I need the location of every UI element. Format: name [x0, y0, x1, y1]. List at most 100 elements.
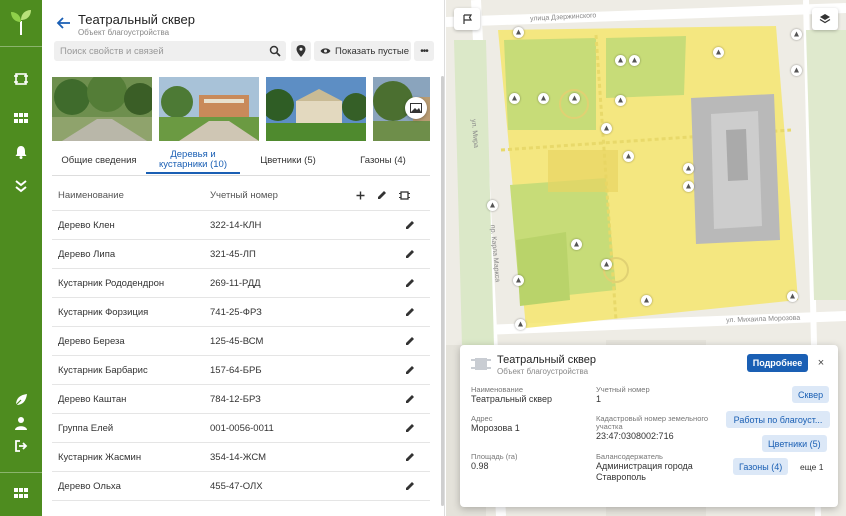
table-header: Наименование Учетный номер: [52, 184, 430, 206]
user-icon: [15, 417, 27, 430]
more-count-link[interactable]: еще 1: [800, 462, 823, 473]
plus-icon: [356, 191, 364, 199]
tab-flowerbeds[interactable]: Цветники (5): [240, 148, 336, 174]
edit-row-button[interactable]: [403, 392, 417, 406]
field-label-cadastral: Кадастровый номер земельного участка: [596, 414, 709, 431]
tree-marker-icon[interactable]: [515, 319, 526, 330]
edit-row-button[interactable]: [403, 479, 417, 493]
edit-row-button[interactable]: [403, 218, 417, 232]
tree-marker-icon[interactable]: [487, 200, 498, 211]
table-row[interactable]: Кустарник Барбарис 157-64-БРБ: [52, 355, 430, 384]
rail-tree-button[interactable]: [8, 389, 34, 411]
map-select-button[interactable]: [454, 8, 480, 30]
tab-general[interactable]: Общие сведения: [52, 148, 146, 174]
object-panel: Театральный сквер Объект благоустройства…: [42, 0, 445, 516]
field-label-address: Адрес: [471, 414, 493, 423]
tree-marker-icon[interactable]: [538, 93, 549, 104]
map-layers-button[interactable]: [812, 8, 838, 30]
field-value-address: Морозова 1: [471, 423, 520, 433]
tabs-divider: [52, 175, 430, 176]
locate-on-map-button[interactable]: [291, 41, 311, 61]
tree-marker-icon[interactable]: [683, 181, 694, 192]
marker-glyph-icon: [516, 277, 521, 283]
row-number: 322-14-КЛН: [210, 220, 262, 231]
pencil-icon: [406, 308, 414, 316]
tree-marker-icon[interactable]: [513, 275, 524, 286]
rail-objects-button[interactable]: [8, 68, 34, 90]
more-options-label: •••: [420, 45, 428, 57]
details-button[interactable]: Подробнее: [747, 354, 808, 372]
show-empty-button[interactable]: Показать пустые: [314, 41, 411, 61]
table-row[interactable]: Дерево Каштан 784-12-БРЗ: [52, 384, 430, 413]
tree-marker-icon[interactable]: [629, 55, 640, 66]
tree-marker-icon[interactable]: [615, 95, 626, 106]
more-options-button[interactable]: •••: [414, 41, 434, 61]
photo-thumbnail[interactable]: [266, 77, 366, 141]
tree-marker-icon[interactable]: [601, 123, 612, 134]
chip-flowerbeds[interactable]: Цветники (5): [762, 435, 827, 452]
edit-row-button[interactable]: [403, 247, 417, 261]
marker-glyph-icon: [572, 95, 577, 101]
photo-strip[interactable]: [52, 77, 430, 141]
tree-marker-icon[interactable]: [615, 55, 626, 66]
add-row-button[interactable]: [350, 185, 370, 205]
tree-marker-icon[interactable]: [641, 295, 652, 306]
rail-grid-button[interactable]: [8, 107, 34, 129]
table-row[interactable]: Дерево Липа 321-45-ЛП: [52, 239, 430, 268]
tree-marker-icon[interactable]: [601, 259, 612, 270]
tree-marker-icon[interactable]: [509, 93, 520, 104]
chip-type[interactable]: Сквер: [792, 386, 830, 403]
row-number: 354-14-ЖСМ: [210, 452, 267, 463]
edit-row-button[interactable]: [403, 334, 417, 348]
panel-scrollbar[interactable]: [441, 76, 444, 506]
edit-row-button[interactable]: [403, 305, 417, 319]
table-row[interactable]: Дерево Береза 125-45-ВСМ: [52, 326, 430, 355]
tree-marker-icon[interactable]: [513, 27, 524, 38]
tree-marker-icon[interactable]: [683, 163, 694, 174]
app-root: Театральный сквер Объект благоустройства…: [0, 0, 846, 516]
close-card-button[interactable]: ×: [812, 354, 830, 372]
rail-profile-button[interactable]: [8, 412, 34, 434]
marker-glyph-icon: [604, 261, 609, 267]
frame-select-icon: [398, 190, 410, 200]
tree-marker-icon[interactable]: [623, 151, 634, 162]
tab-trees[interactable]: Деревья и кустарники (10): [146, 148, 240, 174]
open-gallery-button[interactable]: [405, 97, 427, 119]
photo-thumbnail[interactable]: [159, 77, 259, 141]
edit-row-button[interactable]: [403, 421, 417, 435]
select-on-map-button[interactable]: [394, 185, 414, 205]
tree-marker-icon[interactable]: [787, 291, 798, 302]
flag-icon: [462, 13, 472, 24]
edit-row-button[interactable]: [403, 363, 417, 377]
row-number: 157-64-БРБ: [210, 365, 262, 376]
table-row[interactable]: Дерево Ольха 455-47-ОЛХ: [52, 471, 430, 500]
tab-lawns[interactable]: Газоны (4): [336, 148, 430, 174]
chip-lawns[interactable]: Газоны (4): [733, 458, 789, 475]
rail-notifications-button[interactable]: [8, 141, 34, 163]
table-row[interactable]: Дерево Клен 322-14-КЛН: [52, 210, 430, 239]
table-row[interactable]: Кустарник Форзиция 741-25-ФРЗ: [52, 297, 430, 326]
rail-apps-button[interactable]: [8, 482, 34, 504]
table-row[interactable]: Кустарник Жасмин 354-14-ЖСМ: [52, 442, 430, 471]
marker-glyph-icon: [618, 97, 623, 103]
search-icon[interactable]: [269, 45, 281, 57]
tree-marker-icon[interactable]: [713, 47, 724, 58]
table-row[interactable]: Группа Елей 001-0056-0011: [52, 413, 430, 442]
tree-marker-icon[interactable]: [791, 29, 802, 40]
tree-marker-icon[interactable]: [791, 65, 802, 76]
edit-row-button[interactable]: [403, 450, 417, 464]
rail-collapse-button[interactable]: [8, 175, 34, 197]
back-arrow-icon[interactable]: [56, 15, 72, 31]
double-chevron-down-icon: [15, 180, 27, 193]
table-row[interactable]: Кустарник Рододендрон 269-11-РДД: [52, 268, 430, 297]
edit-table-button[interactable]: [372, 185, 392, 205]
field-value-name: Театральный сквер: [471, 394, 552, 404]
search-input[interactable]: [54, 41, 254, 61]
photo-thumbnail[interactable]: [52, 77, 152, 141]
tree-marker-icon[interactable]: [571, 239, 582, 250]
rail-logout-button[interactable]: [8, 435, 34, 457]
tree-marker-icon[interactable]: [569, 93, 580, 104]
edit-row-button[interactable]: [403, 276, 417, 290]
map-pin-icon: [296, 45, 306, 57]
chip-works[interactable]: Работы по благоуст...: [726, 411, 830, 428]
